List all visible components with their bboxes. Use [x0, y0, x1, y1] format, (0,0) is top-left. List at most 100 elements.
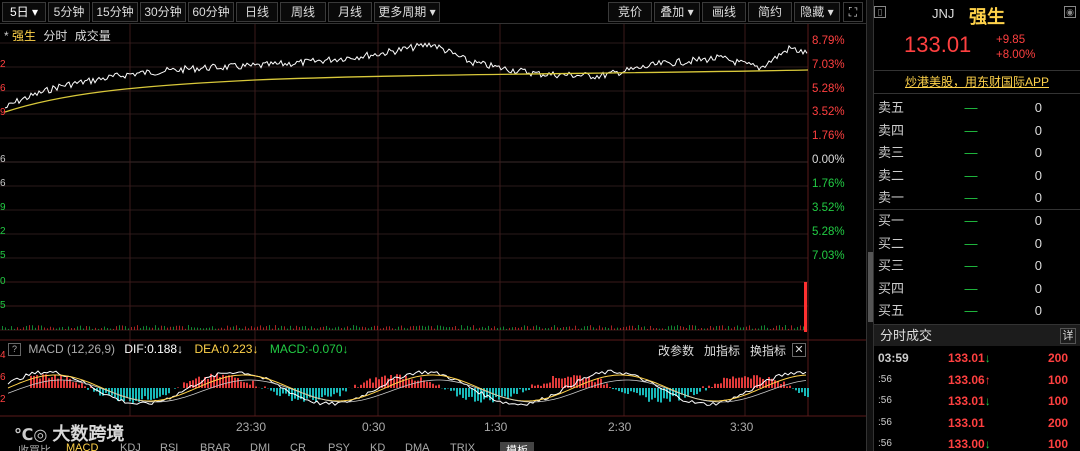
collapse-icon[interactable]: ▯: [874, 6, 886, 18]
overlay-button[interactable]: 叠加 ▾: [654, 2, 700, 22]
bid-row[interactable]: 买一 — 0: [874, 210, 1080, 232]
volume-bar: [158, 327, 159, 330]
volume-bar: [419, 325, 420, 330]
macd-bar: [333, 388, 335, 395]
ask-row[interactable]: 卖一 — 0: [874, 187, 1080, 209]
volume-bar: [470, 327, 471, 330]
bid-row[interactable]: 买三 — 0: [874, 255, 1080, 277]
macd-bar: [714, 383, 716, 388]
intraday-chart[interactable]: * 强生 分时 成交量 8.79% 7.03% 5.28% 3.52% 1.76% 0.0…: [0, 24, 866, 451]
trades-detail-button[interactable]: 详: [1060, 328, 1076, 344]
add-indicator-button[interactable]: 加指标: [704, 342, 740, 359]
indicator-tab[interactable]: KDJ: [120, 442, 141, 451]
ask-row[interactable]: 卖五 — 0: [874, 97, 1080, 119]
period-5day-button[interactable]: 5日 ▾: [2, 2, 46, 22]
indicator-tab[interactable]: RSI: [160, 442, 178, 451]
period-monthly-button[interactable]: 月线: [328, 2, 372, 22]
macd-bar: [54, 374, 56, 388]
volume-bar: [503, 326, 504, 330]
indicator-tab[interactable]: BRAR: [200, 442, 231, 451]
orderbook-volume: 0: [1034, 280, 1042, 296]
panel-splitter[interactable]: [866, 0, 874, 451]
volume-bar: [344, 327, 345, 330]
macd-bar: [612, 388, 614, 390]
bid-row[interactable]: 买四 — 0: [874, 278, 1080, 300]
volume-bar: [737, 325, 738, 330]
volume-bar: [734, 326, 735, 330]
indicator-tab[interactable]: TRIX: [450, 442, 475, 451]
macd-bar: [660, 388, 662, 403]
indicator-tab[interactable]: PSY: [328, 442, 350, 451]
volume-bar: [449, 327, 450, 330]
ask-row[interactable]: 卖二 — 0: [874, 165, 1080, 187]
period-weekly-button[interactable]: 周线: [280, 2, 326, 22]
macd-bar: [789, 385, 791, 388]
volume-bar: [728, 326, 729, 330]
indicator-tab[interactable]: DMA: [405, 442, 429, 451]
arrow-down-icon: ↓: [984, 351, 991, 365]
volume-bar: [731, 328, 732, 330]
close-icon[interactable]: ✕: [792, 343, 806, 357]
volume-bar: [245, 326, 246, 330]
volume-bar: [155, 325, 156, 330]
macd-bar: [255, 386, 257, 388]
volume-bar: [785, 325, 786, 330]
promo-link[interactable]: 炒港美股，用东财国际APP: [874, 70, 1080, 94]
volume-bar: [458, 328, 459, 330]
help-icon[interactable]: ?: [8, 343, 21, 357]
ask-row[interactable]: 卖三 — 0: [874, 142, 1080, 164]
volume-bar: [176, 325, 177, 330]
ask-row[interactable]: 卖四 — 0: [874, 120, 1080, 142]
period-30min-button[interactable]: 30分钟: [140, 2, 186, 22]
switch-indicator-button[interactable]: 换指标: [750, 342, 786, 359]
volume-bar: [425, 326, 426, 330]
period-5min-button[interactable]: 5分钟: [48, 2, 90, 22]
volume-bar: [254, 327, 255, 330]
volume-bar: [479, 327, 480, 330]
macd-left-tick: 6: [0, 372, 6, 383]
hide-button[interactable]: 隐藏 ▾: [794, 2, 840, 22]
period-daily-button[interactable]: 日线: [236, 2, 278, 22]
indicator-tab[interactable]: DMI: [250, 442, 270, 451]
settings-icon[interactable]: ◉: [1064, 6, 1076, 18]
indicator-tab[interactable]: CR: [290, 442, 306, 451]
period-15min-button[interactable]: 15分钟: [92, 2, 138, 22]
indicator-tab[interactable]: MACD: [66, 442, 98, 451]
volume-bar: [74, 328, 75, 330]
macd-bar: [324, 388, 326, 396]
edit-params-button[interactable]: 改参数: [658, 342, 694, 359]
macd-bar: [312, 388, 314, 400]
indicator-tab[interactable]: KD: [370, 442, 385, 451]
indicator-tab[interactable]: 收買比: [18, 442, 51, 451]
bid-row[interactable]: 买二 — 0: [874, 233, 1080, 255]
macd-bar: [735, 378, 737, 388]
period-60min-button[interactable]: 60分钟: [188, 2, 234, 22]
splitter-handle[interactable]: [868, 252, 873, 322]
draw-line-button[interactable]: 画线: [702, 2, 746, 22]
bid-row[interactable]: 买五 — 0: [874, 300, 1080, 322]
macd-bar: [513, 388, 515, 394]
macd-bar: [243, 382, 245, 388]
volume-bar: [209, 327, 210, 330]
expand-icon[interactable]: ⛶: [843, 2, 863, 22]
volume-bar: [314, 328, 315, 330]
indicator-tab[interactable]: 模板: [500, 442, 534, 451]
volume-bar: [20, 328, 21, 330]
volume-bar: [353, 325, 354, 330]
more-periods-button[interactable]: 更多周期 ▾: [374, 2, 440, 22]
macd-bar: [615, 388, 617, 390]
macd-bar: [252, 380, 254, 388]
volume-bar: [800, 325, 801, 330]
macd-bar: [66, 376, 68, 388]
volume-bar: [275, 325, 276, 330]
simple-mode-button[interactable]: 简约: [748, 2, 792, 22]
volume-bar: [101, 328, 102, 330]
volume-bar: [380, 328, 381, 330]
volume-bar: [131, 326, 132, 330]
volume-bar: [299, 327, 300, 330]
auction-button[interactable]: 竞价: [608, 2, 652, 22]
volume-bar: [290, 325, 291, 330]
trade-price-value: 133.06: [948, 372, 985, 387]
volume-bar: [269, 325, 270, 330]
volume-bar: [533, 326, 534, 330]
